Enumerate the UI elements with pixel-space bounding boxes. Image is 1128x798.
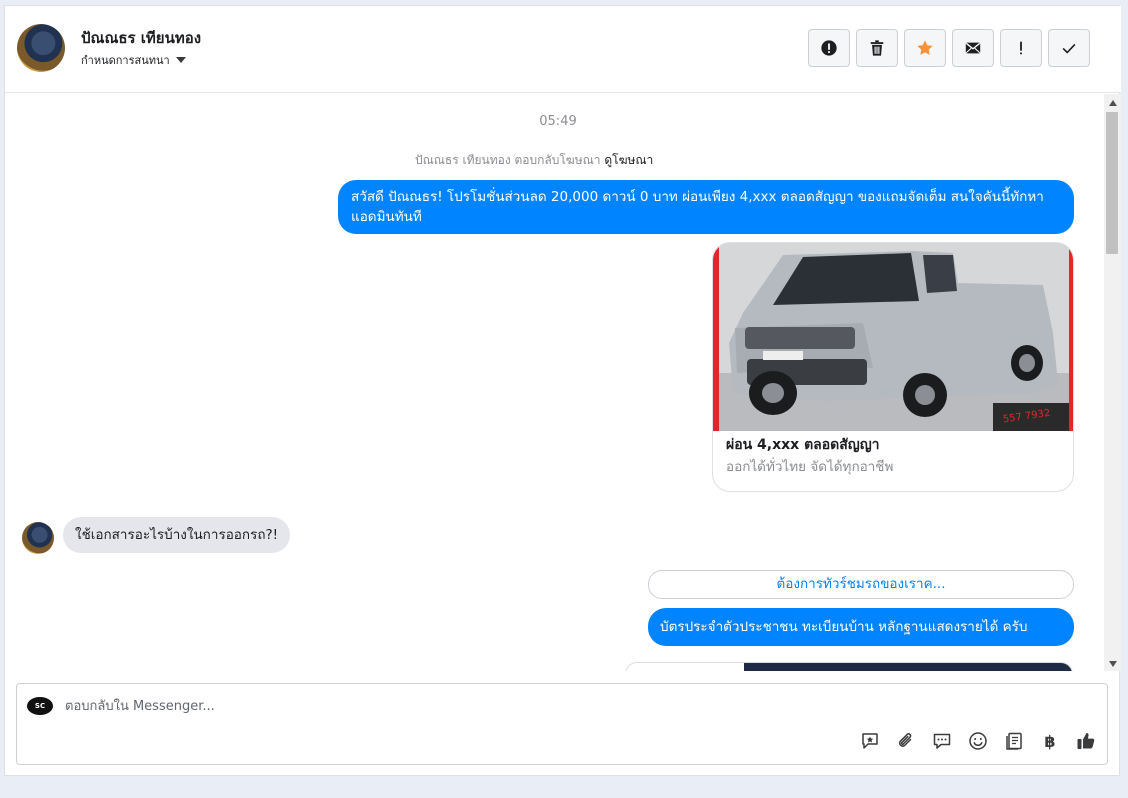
- inbox-conversation-panel: ปัณณธร เทียนทอง กำหนดการสนทนา 05:49 ปัณณ…: [4, 5, 1121, 776]
- document-button[interactable]: [1003, 730, 1025, 752]
- scroll-up-arrow-icon[interactable]: [1109, 100, 1117, 106]
- trash-icon: [870, 40, 884, 56]
- emoji-button[interactable]: [967, 730, 989, 752]
- message-thread[interactable]: 05:49 ปัณณธร เทียนทอง ตอบกลับโฆษณา ดูโฆษ…: [5, 94, 1105, 671]
- reply-input[interactable]: [65, 696, 965, 716]
- chat-bubbles-icon: [933, 733, 951, 749]
- quick-reply-button[interactable]: ต้องการทัวร์ชมรถของเราค...: [648, 570, 1074, 599]
- exclamation-circle-icon: [821, 40, 837, 56]
- checkmark-icon: [1062, 43, 1076, 54]
- mark-done-button[interactable]: [1048, 29, 1090, 67]
- saved-reply-button[interactable]: [859, 730, 881, 752]
- pickup-truck-illustration: 557 7932: [713, 243, 1073, 431]
- envelope-icon: [965, 42, 981, 54]
- caret-down-icon: [175, 57, 186, 63]
- assign-label: กำหนดการสนทนา: [81, 54, 170, 67]
- follow-up-button[interactable]: [1000, 29, 1042, 67]
- contact-avatar[interactable]: [17, 24, 65, 72]
- star-button[interactable]: [904, 29, 946, 67]
- page-avatar: SC: [27, 697, 53, 715]
- mark-spam-button[interactable]: [808, 29, 850, 67]
- conversation-toolbar: [808, 29, 1090, 67]
- star-icon: [917, 40, 933, 55]
- contact-name[interactable]: ปัณณธร เทียนทอง: [81, 26, 201, 50]
- mark-unread-button[interactable]: [952, 29, 994, 67]
- send-like-button[interactable]: [1075, 730, 1097, 752]
- document-icon: [1006, 732, 1022, 750]
- ad-reply-text: ปัณณธร เทียนทอง ตอบกลับโฆษณา: [415, 153, 601, 167]
- emoji-icon: [969, 732, 987, 750]
- ad-reply-note: ปัณณธร เทียนทอง ตอบกลับโฆษณา ดูโฆษณา: [415, 151, 653, 170]
- baht-icon: ฿: [1044, 731, 1056, 751]
- scroll-down-arrow-icon[interactable]: [1109, 661, 1117, 667]
- partial-attachment-image[interactable]: [625, 662, 1073, 671]
- composer-toolbar: ฿: [859, 730, 1097, 752]
- exclamation-icon: [1020, 41, 1022, 55]
- attach-file-button[interactable]: [895, 730, 917, 752]
- contact-avatar-small: [22, 522, 54, 554]
- assign-conversation-dropdown[interactable]: กำหนดการสนทนา: [81, 51, 186, 69]
- view-ad-link[interactable]: ดูโฆษณา: [604, 153, 653, 167]
- thread-scrollbar[interactable]: [1104, 94, 1121, 671]
- card-title: ผ่อน 4,xxx ตลอดสัญญา: [726, 437, 880, 453]
- payment-button[interactable]: ฿: [1039, 730, 1061, 752]
- truck-ad-image: 557 7932: [713, 243, 1073, 431]
- outgoing-message[interactable]: บัตรประจำตัวประชาชน ทะเบียนบ้าน หลักฐานแ…: [648, 608, 1074, 646]
- delete-button[interactable]: [856, 29, 898, 67]
- conversation-header: ปัณณธร เทียนทอง กำหนดการสนทนา: [5, 6, 1121, 93]
- saved-reply-icon: [862, 733, 878, 749]
- message-timestamp: 05:49: [539, 114, 577, 129]
- paperclip-icon: [898, 733, 912, 747]
- message-composer: SC ฿: [16, 683, 1108, 765]
- scrollbar-thumb[interactable]: [1106, 112, 1118, 254]
- card-subtitle: ออกได้ทั่วไทย จัดได้ทุกอาชีพ: [726, 459, 894, 475]
- thumbs-up-icon: [1077, 733, 1095, 749]
- ad-card[interactable]: 557 7932 ผ่อน 4,xxx ตลอดสัญญา ออกได้ทั่ว…: [712, 242, 1074, 492]
- outgoing-message[interactable]: สวัสดี ปัณณธร! โปรโมชั่นส่วนลด 20,000 ดา…: [338, 180, 1074, 234]
- message-templates-button[interactable]: [931, 730, 953, 752]
- incoming-message[interactable]: ใช้เอกสารอะไรบ้างในการออกรถ?!: [63, 517, 291, 553]
